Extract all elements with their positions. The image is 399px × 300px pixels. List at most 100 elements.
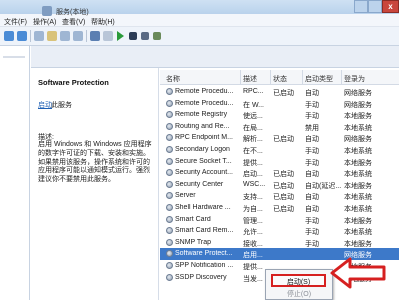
service-description-cell: RPC... xyxy=(243,88,264,95)
service-name-cell: Secure Socket T... xyxy=(175,157,232,165)
service-logon-cell: 本地系统 xyxy=(344,194,372,202)
services-icon xyxy=(42,6,52,16)
service-startup-cell: 自动 xyxy=(305,194,319,202)
folder-icon[interactable] xyxy=(47,31,57,41)
service-startup-cell: 自动 xyxy=(305,171,319,179)
stop-icon[interactable] xyxy=(129,32,137,40)
table-row[interactable]: Smart Card Rem... 允许... 手动 本地系统 xyxy=(160,225,399,237)
table-row[interactable]: Secure Socket T... 提供... 手动 本地服务 xyxy=(160,156,399,168)
service-status-cell: 已启动 xyxy=(273,171,294,179)
table-row[interactable]: Remote Procedu... 在 W... 手动 网络服务 xyxy=(160,98,399,110)
menu-action[interactable]: 操作(A) xyxy=(33,17,56,27)
gear-icon xyxy=(166,157,173,165)
service-name-cell: Shell Hardware ... xyxy=(175,204,231,211)
column-divider[interactable] xyxy=(302,70,303,85)
table-row[interactable]: Smart Card 管理... 手动 本地服务 xyxy=(160,214,399,226)
menu-view[interactable]: 查看(V) xyxy=(62,17,85,27)
table-row[interactable]: Remote Registry 使远... 手动 本地服务 xyxy=(160,109,399,121)
service-status-cell: 已启动 xyxy=(273,182,294,190)
service-startup-cell: 自动(延迟... xyxy=(305,182,341,190)
start-service-link[interactable]: 启动 xyxy=(38,100,52,110)
table-row[interactable]: RPC Endpoint M... 解析... 已启动 自动 网络服务 xyxy=(160,132,399,144)
context-menu-stop[interactable]: 停止(O) xyxy=(266,289,332,300)
gear-icon xyxy=(166,146,173,153)
gear-icon xyxy=(166,250,173,258)
service-status-cell: 已启动 xyxy=(273,206,294,213)
column-status[interactable]: 状态 xyxy=(273,74,287,84)
gear-icon xyxy=(166,169,173,177)
gear-icon xyxy=(166,227,173,235)
service-startup-cell: 自动 xyxy=(305,136,319,144)
play-icon[interactable] xyxy=(117,31,124,41)
start-link-suffix: 此服务 xyxy=(51,102,72,109)
toolbar-separator xyxy=(30,30,31,42)
service-logon-cell: 本地服务 xyxy=(344,159,372,167)
service-description-cell: 在局... xyxy=(243,124,263,132)
table-row[interactable]: Security Center WSC... 已启动 自动(延迟... 本地服务 xyxy=(160,179,399,191)
gear-icon xyxy=(166,204,173,211)
column-divider[interactable] xyxy=(270,70,271,85)
service-description-cell: 启动... xyxy=(243,171,263,179)
service-name-cell: Smart Card Rem... xyxy=(175,227,234,235)
service-logon-cell: 本地系统 xyxy=(344,206,372,213)
service-logon-cell: 本地系统 xyxy=(344,171,372,179)
minimize-button[interactable] xyxy=(354,0,368,13)
service-name-cell: SPP Notification ... xyxy=(175,262,234,269)
service-name-cell: RPC Endpoint M... xyxy=(175,134,233,142)
table-row[interactable]: SNMP Trap 接收... 手动 本地服务 xyxy=(160,237,399,249)
restart-icon[interactable] xyxy=(153,32,161,40)
refresh-icon[interactable] xyxy=(60,31,70,41)
column-startup-type[interactable]: 启动类型 xyxy=(305,74,333,84)
service-name-cell: SNMP Trap xyxy=(175,238,212,246)
service-startup-cell: 禁用 xyxy=(305,124,319,132)
service-logon-cell: 本地服务 xyxy=(344,113,372,121)
properties-icon[interactable] xyxy=(103,31,113,41)
service-name-cell: Smart Card xyxy=(175,215,211,223)
service-description-cell: 为自... xyxy=(243,206,263,213)
help-icon[interactable] xyxy=(90,31,100,41)
tree-node[interactable] xyxy=(3,56,25,58)
service-startup-cell: 手动 xyxy=(305,101,319,109)
toolbar xyxy=(0,27,399,46)
page-title: 服务(本地) xyxy=(56,9,89,16)
console-tree[interactable] xyxy=(0,46,30,300)
table-row[interactable]: Server 支持... 已启动 自动 本地系统 xyxy=(160,190,399,202)
service-description-cell: 使远... xyxy=(243,113,263,121)
table-row[interactable]: Shell Hardware ... 为自... 已启动 自动 本地系统 xyxy=(160,202,399,214)
red-arrow-annotation xyxy=(330,257,386,289)
gear-icon xyxy=(166,88,173,95)
column-divider[interactable] xyxy=(341,70,342,85)
table-row[interactable]: Security Account... 启动... 已启动 自动 本地系统 xyxy=(160,167,399,179)
service-description-cell: 接收... xyxy=(243,240,263,248)
pause-icon[interactable] xyxy=(141,32,149,40)
menu-file[interactable]: 文件(F) xyxy=(4,17,27,27)
close-button[interactable]: x xyxy=(382,0,399,13)
service-name-cell: Security Center xyxy=(175,180,224,188)
context-menu-start[interactable]: 启动(S) xyxy=(271,274,326,287)
export-icon[interactable] xyxy=(73,31,83,41)
service-name: Software Protection xyxy=(38,78,109,87)
column-name[interactable]: 名称 xyxy=(166,74,180,84)
service-logon-cell: 本地系统 xyxy=(344,148,372,155)
forward-icon[interactable] xyxy=(17,31,27,41)
service-startup-cell: 手动 xyxy=(305,240,319,248)
service-description-cell: 在不... xyxy=(243,148,263,155)
service-logon-cell: 本地系统 xyxy=(344,229,372,237)
service-logon-cell: 本地服务 xyxy=(344,240,372,248)
menu-help[interactable]: 帮助(H) xyxy=(91,17,115,27)
table-row[interactable]: Remote Procedu... RPC... 已启动 自动 网络服务 xyxy=(160,86,399,98)
service-name-cell: Secondary Logon xyxy=(175,146,230,153)
service-description-cell: 在 W... xyxy=(243,101,264,109)
service-startup-cell: 手动 xyxy=(305,113,319,121)
column-description[interactable]: 描述 xyxy=(243,74,257,84)
console-tree-icon[interactable] xyxy=(34,31,44,41)
service-logon-cell: 本地系统 xyxy=(344,124,372,132)
column-divider[interactable] xyxy=(240,70,241,85)
back-icon[interactable] xyxy=(4,31,14,41)
service-description-cell: WSC... xyxy=(243,180,266,188)
maximize-button[interactable] xyxy=(368,0,382,13)
column-logon-as[interactable]: 登录为 xyxy=(344,74,365,84)
table-row[interactable]: Secondary Logon 在不... 手动 本地系统 xyxy=(160,144,399,156)
table-row[interactable]: Routing and Re... 在局... 禁用 本地系统 xyxy=(160,121,399,133)
service-startup-cell: 手动 xyxy=(305,229,319,237)
